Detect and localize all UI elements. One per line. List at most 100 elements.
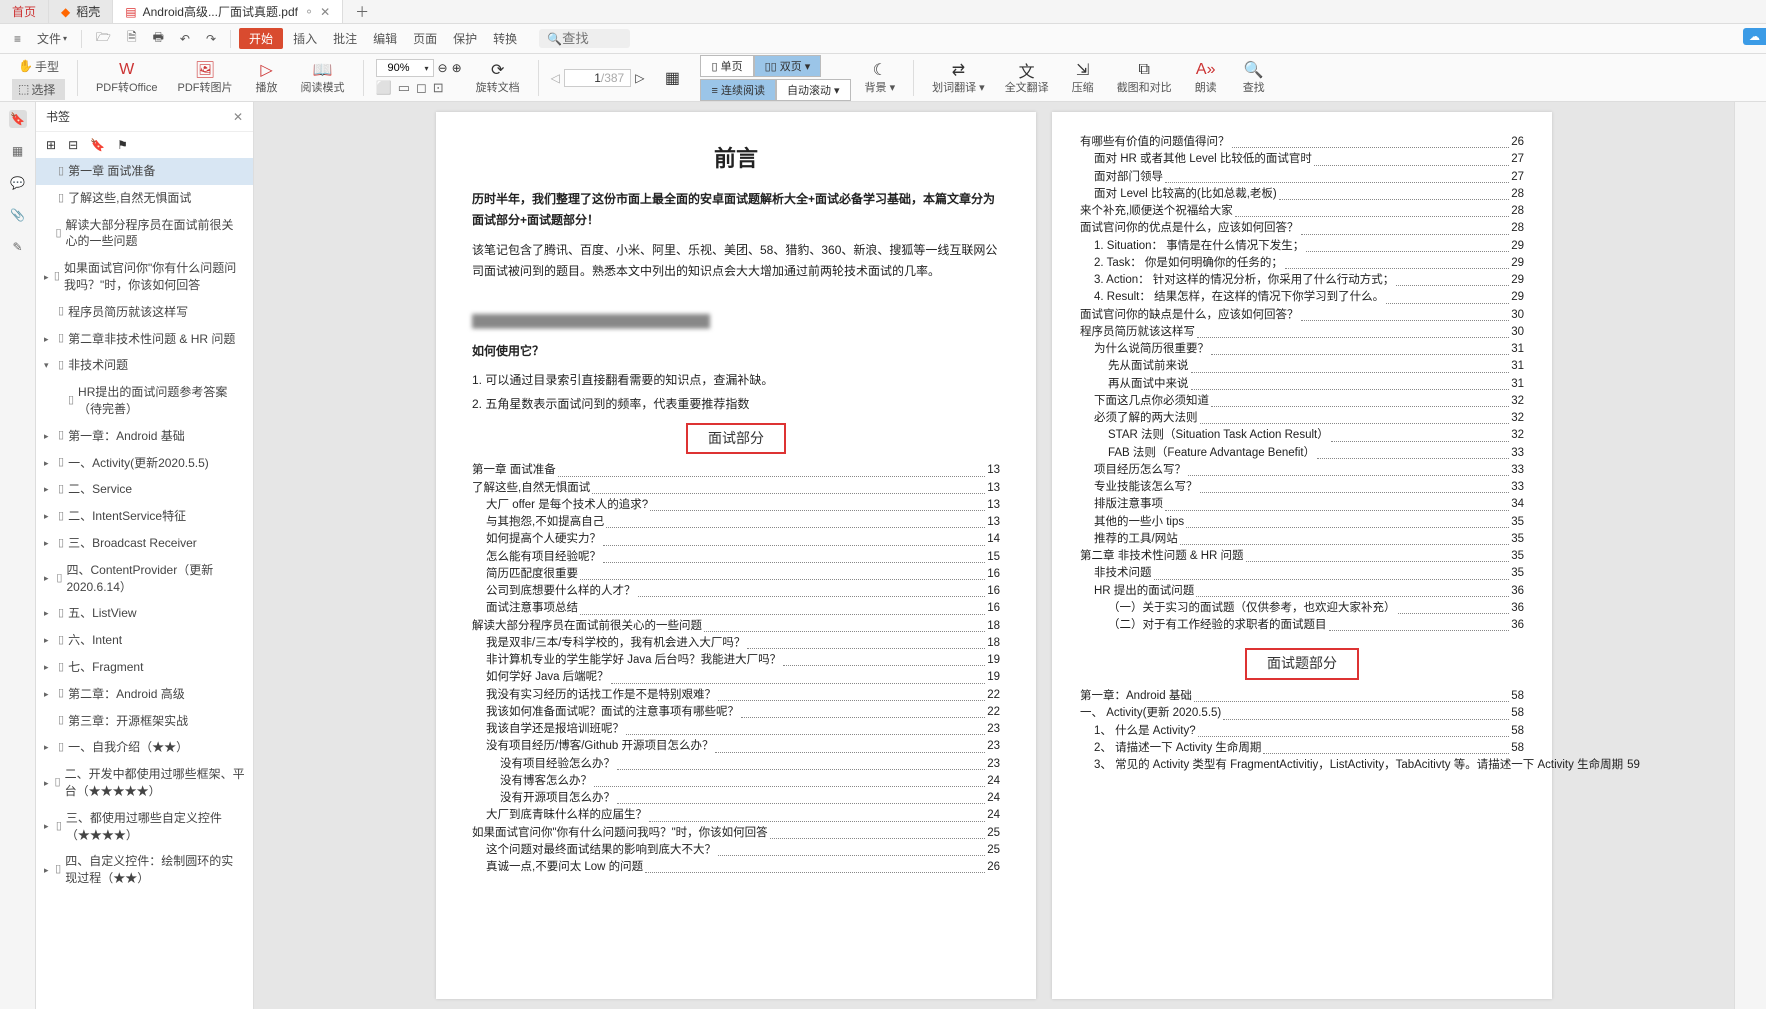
collapse-all-icon[interactable]: ⊟ xyxy=(68,138,78,152)
toc-line[interactable]: 如何提高个人硬实力？14 xyxy=(472,531,1000,548)
find-button[interactable]: 🔍查找 xyxy=(1234,61,1274,95)
zoom-input[interactable]: ▾ xyxy=(376,59,434,77)
bookmark-item[interactable]: ▸▯六、Intent xyxy=(36,627,253,654)
continuous-read-button[interactable]: ≡ 连续阅读 xyxy=(700,79,775,101)
insert-tab[interactable]: 插入 xyxy=(287,28,323,49)
toc-line[interactable]: 公司到底想要什么样的人才？16 xyxy=(472,583,1000,600)
pdf-to-office-button[interactable]: WPDF转Office xyxy=(90,61,164,95)
play-button[interactable]: ▷播放 xyxy=(247,61,287,95)
cloud-sync-badge[interactable]: ☁ xyxy=(1743,28,1766,45)
toc-line[interactable]: 再从面试中来说31 xyxy=(1080,376,1524,393)
toc-line[interactable]: 没有开源项目怎么办？24 xyxy=(472,790,1000,807)
search-box[interactable]: 🔍 xyxy=(539,29,630,48)
bookmark-item[interactable]: ▸▯二、开发中都使用过哪些框架、平台（★★★★★） xyxy=(36,761,253,805)
toc-line[interactable]: 我该自学还是报培训班呢？23 xyxy=(472,721,1000,738)
pdf-to-image-button[interactable]: 🖼PDF转图片 xyxy=(172,61,239,95)
toc-line[interactable]: 解读大部分程序员在面试前很关心的一些问题18 xyxy=(472,618,1000,635)
toc-line[interactable]: STAR 法则（Situation Task Action Result）32 xyxy=(1080,427,1524,444)
tab-daoke[interactable]: ◆ 稻壳 xyxy=(49,0,113,23)
bookmark-item[interactable]: ▸▯七、Fragment xyxy=(36,654,253,681)
file-menu[interactable]: 文件 ▾ xyxy=(31,28,73,49)
bookmark-item[interactable]: ▯HR提出的面试问题参考答案（待完善） xyxy=(36,379,253,423)
sidebar-close-icon[interactable]: ✕ xyxy=(233,110,243,124)
fit-page-icon[interactable]: ▭ xyxy=(398,80,410,96)
compress-button[interactable]: ⇲压缩 xyxy=(1063,61,1103,95)
toc-line[interactable]: FAB 法则（Feature Advantage Benefit）33 xyxy=(1080,445,1524,462)
bookmark-item[interactable]: ▸▯第一章：Android 基础 xyxy=(36,423,253,450)
toc-line[interactable]: 2、 请描述一下 Activity 生命周期58 xyxy=(1080,740,1524,757)
bookmark-rail-icon[interactable]: 🔖 xyxy=(9,110,27,128)
bookmark-item[interactable]: ▸▯二、Service xyxy=(36,476,253,503)
toc-line[interactable]: 来个补充,顺便送个祝福给大家28 xyxy=(1080,203,1524,220)
page-current[interactable]: 1 xyxy=(571,71,601,85)
toc-line[interactable]: 大厂 offer 是每个技术人的追求?13 xyxy=(472,497,1000,514)
toc-line[interactable]: 这个问题对最终面试结果的影响到底大不大？25 xyxy=(472,842,1000,859)
bookmark-item[interactable]: ▸▯三、Broadcast Receiver xyxy=(36,530,253,557)
toc-line[interactable]: 先从面试前来说31 xyxy=(1080,358,1524,375)
tab-active-doc[interactable]: ▤ Android高级...厂面试真题.pdf ⚬ ✕ xyxy=(113,0,343,23)
convert-tab[interactable]: 转换 xyxy=(487,28,523,49)
double-page-button[interactable]: ▯▯ 双页 ▾ xyxy=(754,55,822,77)
toc-line[interactable]: 与其抱怨,不如提高自己13 xyxy=(472,514,1000,531)
bookmark-item[interactable]: ▸▯一、Activity(更新2020.5.5) xyxy=(36,450,253,477)
new-tab-button[interactable]: ＋ xyxy=(343,0,381,23)
toc-line[interactable]: 面对部门领导27 xyxy=(1080,169,1524,186)
add-bookmark-icon[interactable]: 🔖 xyxy=(90,138,105,152)
toc-line[interactable]: 简历匹配度很重要16 xyxy=(472,566,1000,583)
bookmark-item[interactable]: ▯第一章 面试准备 xyxy=(36,158,253,185)
background-button[interactable]: ☾背景 ▾ xyxy=(859,61,902,95)
open-icon[interactable]: 🗁 xyxy=(90,26,117,51)
toc-line[interactable]: 我该如何准备面试呢？面试的注意事项有哪些呢？22 xyxy=(472,704,1000,721)
toc-line[interactable]: 必须了解的两大法则32 xyxy=(1080,410,1524,427)
toc-line[interactable]: 面试官问你的优点是什么，应该如何回答？28 xyxy=(1080,220,1524,237)
full-translate-button[interactable]: 文全文翻译 xyxy=(999,61,1055,95)
zoom-in-icon[interactable]: ⊕ xyxy=(452,61,462,75)
auto-scroll-button[interactable]: 自动滚动 ▾ xyxy=(776,79,851,101)
toc-line[interactable]: 非计算机专业的学生能学好 Java 后台吗？我能进大厂吗？19 xyxy=(472,652,1000,669)
toc-line[interactable]: 非技术问题35 xyxy=(1080,565,1524,582)
thumbnail-rail-icon[interactable]: ▦ xyxy=(9,142,27,160)
actual-size-icon[interactable]: ◻ xyxy=(416,80,427,96)
toc-line[interactable]: 真诚一点,不要问太 Low 的问题26 xyxy=(472,859,1000,876)
next-page-icon[interactable]: ▷ xyxy=(635,71,644,85)
attachment-rail-icon[interactable]: 📎 xyxy=(9,206,27,224)
toc-line[interactable]: 2. Task： 你是如何明确你的任务的；29 xyxy=(1080,255,1524,272)
bookmark-item[interactable]: ▸▯如果面试官问你"你有什么问题问我吗？"时，你该如何回答 xyxy=(36,255,253,299)
toc-line[interactable]: 没有项目经验怎么办？23 xyxy=(472,756,1000,773)
search-input[interactable] xyxy=(562,31,622,46)
rotate-button[interactable]: ⟳旋转文档 xyxy=(470,61,526,95)
tab-pin-icon[interactable]: ⚬ xyxy=(304,5,314,19)
zoom-out-icon[interactable]: ⊖ xyxy=(438,61,448,75)
bookmark-item[interactable]: ▸▯四、自定义控件：绘制圆环的实现过程（★★） xyxy=(36,848,253,892)
bookmark-item[interactable]: ▯了解这些,自然无惧面试 xyxy=(36,185,253,212)
toc-line[interactable]: 其他的一些小 tips35 xyxy=(1080,514,1524,531)
print-icon[interactable]: 🖶 xyxy=(147,26,170,51)
undo-icon[interactable]: ↶ xyxy=(174,30,196,48)
toc-line[interactable]: 1. Situation： 事情是在什么情况下发生；29 xyxy=(1080,238,1524,255)
toc-line[interactable]: 项目经历怎么写？33 xyxy=(1080,462,1524,479)
bookmark-item[interactable]: ▸▯一、自我介绍（★★） xyxy=(36,734,253,761)
zoom-area-icon[interactable]: ⊡ xyxy=(433,80,444,96)
toc-line[interactable]: 下面这几点你必须知道32 xyxy=(1080,393,1524,410)
toc-line[interactable]: 如果面试官问你"你有什么问题问我吗？"时，你该如何回答25 xyxy=(472,825,1000,842)
toc-line[interactable]: 面对 HR 或者其他 Level 比较低的面试官时27 xyxy=(1080,151,1524,168)
bookmark-item[interactable]: ▯第三章：开源框架实战 xyxy=(36,708,253,735)
toc-line[interactable]: 第一章：Android 基础58 xyxy=(1080,688,1524,705)
toc-line[interactable]: 程序员简历就该这样写30 xyxy=(1080,324,1524,341)
toc-line[interactable]: 有哪些有价值的问题值得问？26 xyxy=(1080,134,1524,151)
expand-all-icon[interactable]: ⊞ xyxy=(46,138,56,152)
toc-line[interactable]: 推荐的工具/网站35 xyxy=(1080,531,1524,548)
toc-line[interactable]: 面试官问你的缺点是什么，应该如何回答？30 xyxy=(1080,307,1524,324)
save-icon[interactable]: 🗎 xyxy=(121,26,143,51)
toc-line[interactable]: 为什么说简历很重要？31 xyxy=(1080,341,1524,358)
hamburger-icon[interactable]: ≡ xyxy=(8,30,27,48)
prev-page-icon[interactable]: ◁ xyxy=(551,71,560,85)
toc-line[interactable]: 1、 什么是 Activity?58 xyxy=(1080,723,1524,740)
toc-line[interactable]: 3、 常见的 Activity 类型有 FragmentActivitiy，Li… xyxy=(1080,757,1524,774)
toc-line[interactable]: 第二章 非技术性问题 & HR 问题35 xyxy=(1080,548,1524,565)
toc-line[interactable]: 了解这些,自然无惧面试13 xyxy=(472,480,1000,497)
bookmark-item[interactable]: ▸▯第二章非技术性问题 & HR 问题 xyxy=(36,326,253,353)
toc-line[interactable]: 第一章 面试准备13 xyxy=(472,462,1000,479)
signature-rail-icon[interactable]: ✎ xyxy=(9,238,27,256)
tab-home[interactable]: 首页 xyxy=(0,0,49,23)
